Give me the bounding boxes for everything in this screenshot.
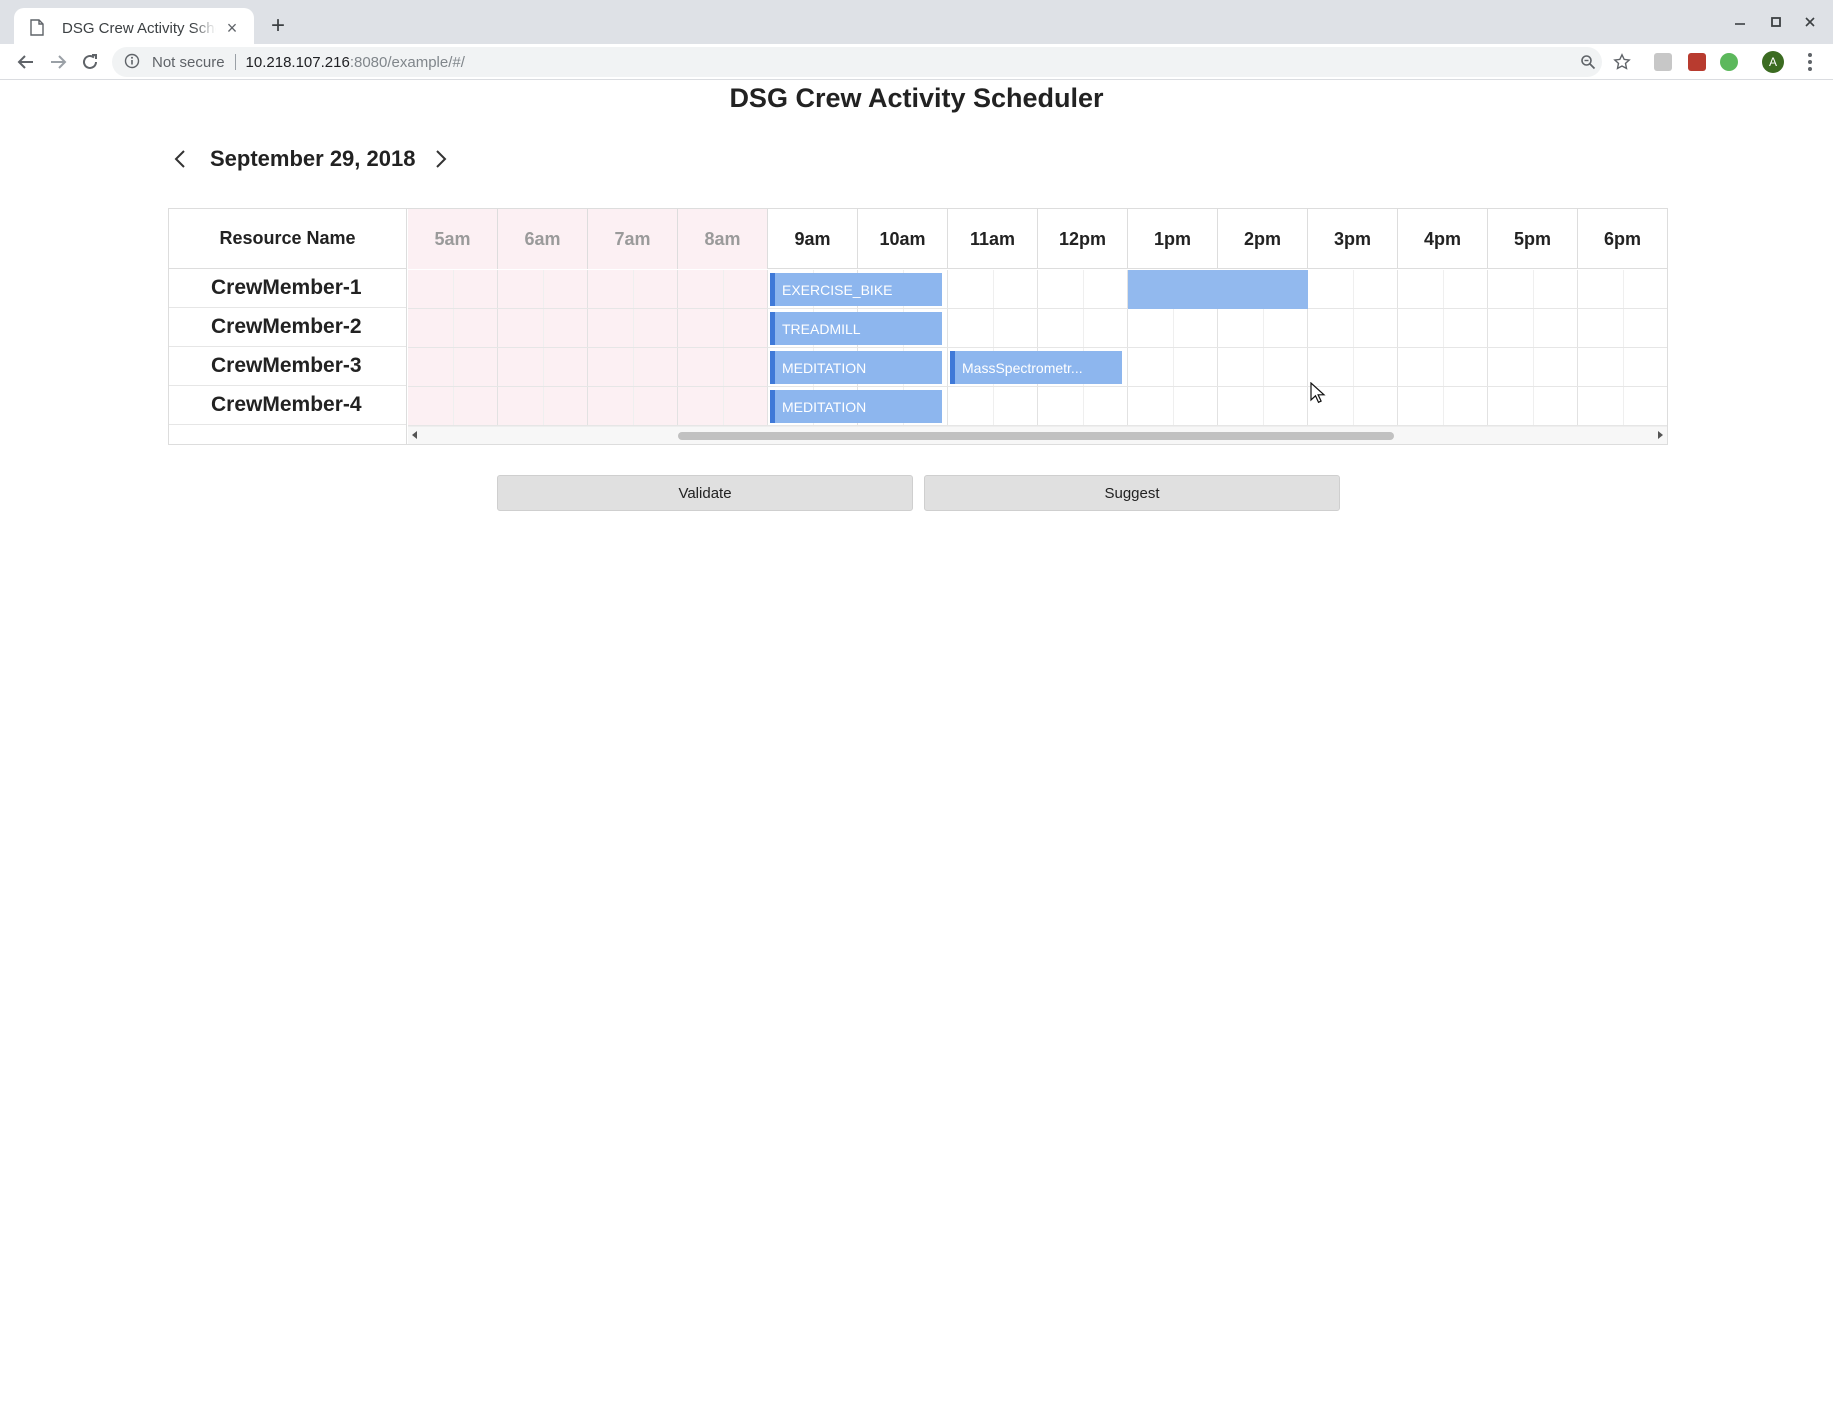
resource-row: CrewMember-2	[169, 308, 406, 347]
scrollbar-thumb[interactable]	[678, 432, 1394, 440]
hour-label: 7am	[588, 209, 678, 269]
hour-label: 4pm	[1398, 209, 1488, 269]
timeline: 5am 6am 7am 8am 9am 10am 11am 12pm 1pm 2pm 3pm 4pm 5…	[408, 209, 1667, 444]
page-viewport: DSG Crew Activity Scheduler September 29…	[2, 81, 1831, 1399]
row-divider	[408, 308, 1667, 309]
browser-toolbar: Not secure 10.218.107.216 :8080/example/…	[0, 44, 1833, 80]
activity-event[interactable]: MassSpectrometr...	[950, 351, 1122, 384]
row-divider	[408, 347, 1667, 348]
row-divider	[408, 386, 1667, 387]
half-hour-line	[1353, 270, 1354, 426]
profile-avatar[interactable]: A	[1762, 51, 1784, 73]
mouse-cursor-icon	[1310, 382, 1326, 404]
tab-title: DSG Crew Activity Scheduler	[62, 19, 216, 37]
time-header: 5am 6am 7am 8am 9am 10am 11am 12pm 1pm 2pm 3pm 4pm 5…	[408, 209, 1667, 269]
activity-event-label: EXERCISE_BIKE	[782, 281, 893, 298]
hour-label: 6pm	[1578, 209, 1667, 269]
minimize-icon[interactable]	[1720, 8, 1760, 36]
half-hour-line	[723, 270, 724, 426]
hour-label: 1pm	[1128, 209, 1218, 269]
hour-label: 9am	[768, 209, 858, 269]
hour-label: 8am	[678, 209, 768, 269]
half-hour-line	[1623, 270, 1624, 426]
activity-event[interactable]: MEDITATION	[770, 351, 942, 384]
date-navigator: September 29, 2018	[168, 141, 453, 177]
validate-button[interactable]: Validate	[497, 475, 913, 511]
hour-label: 12pm	[1038, 209, 1128, 269]
activity-event-label: MassSpectrometr...	[962, 359, 1083, 376]
half-hour-line	[1533, 270, 1534, 426]
resource-row: CrewMember-1	[169, 269, 406, 308]
page-icon	[30, 19, 46, 37]
scroll-right-icon[interactable]	[1658, 431, 1663, 439]
activity-event-label: MEDITATION	[782, 398, 867, 415]
security-label: Not secure	[152, 53, 225, 71]
grammar-extension-icon[interactable]	[1720, 53, 1738, 71]
activity-event[interactable]: MEDITATION	[770, 390, 942, 423]
omnibox-divider	[234, 54, 236, 70]
scheduler-grid: Resource Name CrewMember-1 CrewMember-2 Cr…	[168, 208, 1668, 445]
resource-row: CrewMember-4	[169, 386, 406, 425]
selected-time-range[interactable]	[1128, 270, 1308, 309]
url-path: :8080/example/#/	[349, 53, 465, 71]
suggest-button[interactable]: Suggest	[924, 475, 1340, 511]
page-title: DSG Crew Activity Scheduler	[729, 83, 1104, 113]
hour-label: 3pm	[1308, 209, 1398, 269]
half-hour-line	[1083, 270, 1084, 426]
info-icon[interactable]	[124, 53, 142, 71]
half-hour-line	[633, 270, 634, 426]
resource-row: CrewMember-3	[169, 347, 406, 386]
forward-icon[interactable]	[44, 48, 72, 76]
resource-header: Resource Name	[169, 209, 406, 269]
activity-event-label: MEDITATION	[782, 359, 867, 376]
close-tab-icon[interactable]: ×	[222, 18, 242, 38]
half-hour-line	[543, 270, 544, 426]
address-bar[interactable]: Not secure 10.218.107.216 :8080/example/…	[112, 47, 1602, 77]
menu-icon[interactable]	[1800, 48, 1820, 76]
zoom-icon[interactable]	[1574, 48, 1602, 76]
activity-event[interactable]: EXERCISE_BIKE	[770, 273, 942, 306]
hour-label: 5pm	[1488, 209, 1578, 269]
activity-event-label: TREADMILL	[782, 320, 861, 337]
current-date: September 29, 2018	[210, 146, 416, 171]
half-hour-line	[1443, 270, 1444, 426]
browser-tab-strip: DSG Crew Activity Scheduler × +	[0, 0, 1833, 48]
hour-label: 11am	[948, 209, 1038, 269]
browser-tab[interactable]: DSG Crew Activity Scheduler ×	[14, 8, 254, 48]
new-tab-icon[interactable]: +	[264, 12, 292, 40]
reload-icon[interactable]	[76, 48, 104, 76]
hour-label: 2pm	[1218, 209, 1308, 269]
resource-column: Resource Name CrewMember-1 CrewMember-2 Cr…	[169, 209, 407, 444]
back-icon[interactable]	[12, 48, 40, 76]
hour-label: 5am	[408, 209, 498, 269]
scroll-left-icon[interactable]	[412, 431, 417, 439]
extension-icon[interactable]	[1654, 53, 1672, 71]
resource-list: CrewMember-1 CrewMember-2 CrewMember-3 Crew…	[169, 269, 406, 425]
close-window-icon[interactable]	[1790, 8, 1830, 36]
half-hour-line	[453, 270, 454, 426]
hour-label: 6am	[498, 209, 588, 269]
hour-label: 10am	[858, 209, 948, 269]
horizontal-scrollbar[interactable]	[408, 426, 1667, 444]
bookmark-star-icon[interactable]	[1608, 48, 1636, 76]
half-hour-line	[993, 270, 994, 426]
activity-event[interactable]: TREADMILL	[770, 312, 942, 345]
next-day-icon[interactable]	[429, 147, 453, 171]
time-grid[interactable]: EXERCISE_BIKE TREADMILL MEDITATION MassSpec…	[408, 270, 1667, 426]
extension-icon[interactable]	[1688, 53, 1706, 71]
url-host: 10.218.107.216	[245, 53, 350, 71]
previous-day-icon[interactable]	[168, 147, 192, 171]
